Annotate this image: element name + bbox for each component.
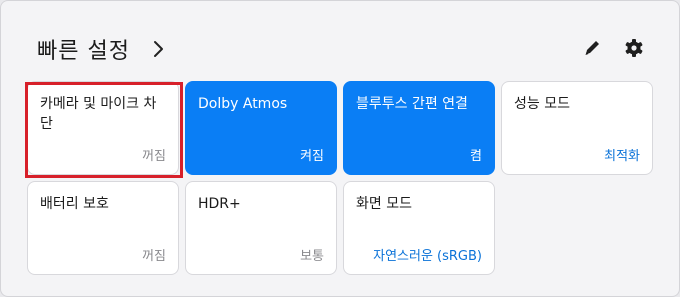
settings-button[interactable]: [621, 35, 647, 61]
tile-label: 배터리 보호: [40, 196, 109, 212]
gear-icon: [621, 39, 647, 65]
tile-label: 성능 모드: [514, 96, 570, 112]
tile-status: 자연스러운 (sRGB): [373, 249, 482, 264]
tile-label: 화면 모드: [356, 196, 412, 212]
tile-screen-mode[interactable]: 화면 모드 자연스러운 (sRGB): [343, 181, 495, 275]
pencil-icon: [579, 41, 605, 65]
selection-highlight: [25, 82, 183, 178]
panel-title: 빠른 설정: [37, 39, 130, 64]
tile-status: 최적화: [604, 149, 640, 164]
tile-label: HDR+: [198, 196, 241, 212]
tile-status: 켜짐: [300, 149, 324, 164]
tile-label: Dolby Atmos: [198, 96, 288, 112]
tile-performance-mode[interactable]: 성능 모드 최적화: [501, 81, 653, 175]
tile-hdr-plus[interactable]: HDR+ 보통: [185, 181, 337, 275]
tile-bluetooth-quick-connect[interactable]: 블루투스 간편 연결 켬: [343, 81, 495, 175]
panel-header[interactable]: 빠른 설정: [37, 31, 168, 67]
tile-status: 켬: [470, 149, 482, 164]
tile-status: 보통: [300, 249, 324, 264]
tile-dolby-atmos[interactable]: Dolby Atmos 켜짐: [185, 81, 337, 175]
chevron-right-icon[interactable]: [148, 39, 168, 59]
edit-button[interactable]: [579, 35, 605, 61]
tile-status: 꺼짐: [142, 249, 166, 264]
tile-label: 블루투스 간편 연결: [356, 96, 468, 112]
quick-settings-panel: 빠른 설정 카메라 및 마이크 차단 꺼짐 Dolby Atmos 켜짐 블루투…: [0, 0, 680, 297]
tile-battery-protection[interactable]: 배터리 보호 꺼짐: [27, 181, 179, 275]
